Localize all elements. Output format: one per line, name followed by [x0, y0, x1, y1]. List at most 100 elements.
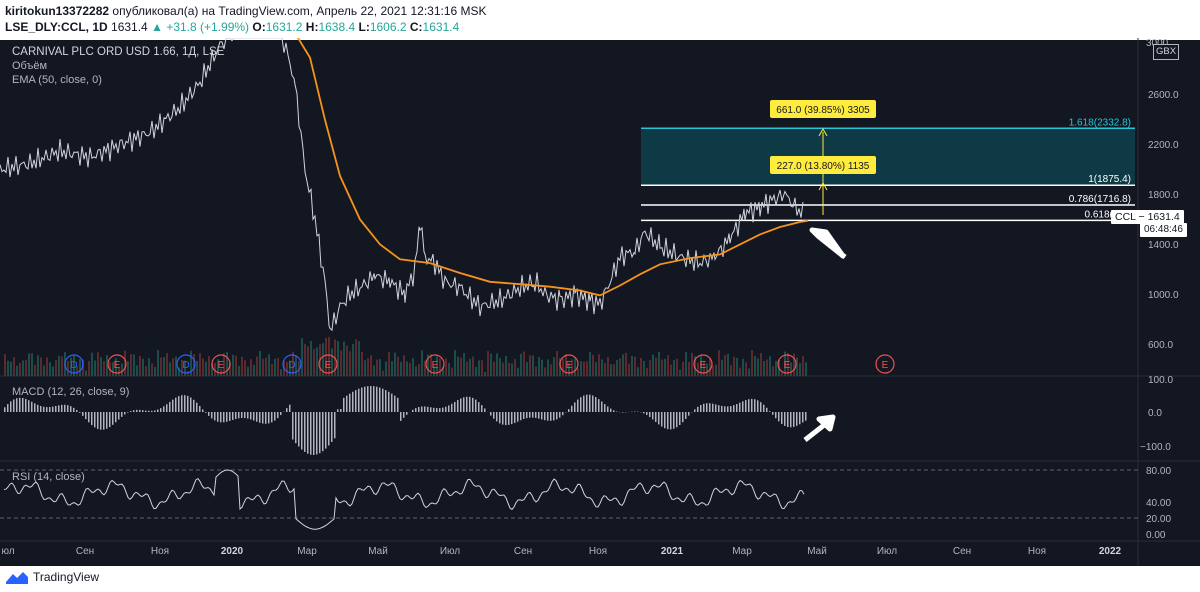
time-axis-label: Мар: [732, 546, 752, 557]
macd-bar: [430, 407, 432, 412]
macd-bar: [598, 399, 600, 412]
volume-bar: [802, 356, 804, 376]
macd-legend[interactable]: MACD (12, 26, close, 9): [12, 386, 129, 398]
volume-bar: [88, 361, 90, 376]
macd-bar: [34, 403, 36, 412]
macd-bar: [361, 387, 363, 412]
volume-bar: [238, 365, 240, 376]
volume-bar: [304, 344, 306, 376]
volume-bar: [610, 364, 612, 376]
volume-bar: [274, 358, 276, 376]
macd-bar: [307, 412, 309, 454]
macd-bar: [319, 412, 321, 454]
macd-bar: [364, 386, 366, 412]
volume-bar: [376, 359, 378, 376]
volume-bar: [142, 358, 144, 376]
macd-bar: [649, 412, 651, 418]
volume-bar: [370, 355, 372, 376]
macd-bar: [739, 402, 741, 412]
macd-bar: [4, 407, 6, 412]
volume-bar: [43, 365, 45, 376]
volume-legend[interactable]: Объём: [12, 60, 47, 72]
macd-bar: [784, 412, 786, 426]
macd-bar: [481, 405, 483, 412]
macd-bar: [793, 412, 795, 427]
ema-legend[interactable]: EMA (50, close, 0): [12, 74, 102, 86]
symbol-label[interactable]: LSE_DLY:CCL, 1D: [5, 20, 108, 34]
macd-bar: [190, 397, 192, 412]
macd-bar: [277, 412, 279, 419]
volume-bar: [409, 362, 411, 376]
time-axis-label: 2020: [221, 546, 244, 557]
volume-bar: [151, 363, 153, 376]
macd-bar: [703, 403, 705, 412]
macd-bar: [463, 397, 465, 412]
macd-bar: [334, 412, 336, 439]
macd-bar: [595, 397, 597, 412]
macd-bar: [121, 412, 123, 417]
macd-bar: [742, 401, 744, 412]
macd-bar: [394, 395, 396, 412]
currency-badge[interactable]: GBX: [1153, 44, 1179, 60]
macd-bar: [523, 412, 525, 420]
macd-bar: [268, 412, 270, 424]
high-value: 1638.4: [318, 20, 356, 34]
time-axis-label: Май: [368, 546, 388, 557]
earnings-marker: E: [875, 354, 895, 374]
annotation-arrow: [803, 414, 836, 442]
volume-bar: [757, 358, 759, 376]
volume-bar: [202, 358, 204, 376]
macd-bar: [676, 412, 678, 428]
macd-bar: [682, 412, 684, 423]
volume-bar: [751, 350, 753, 376]
published-text: опубликовал(а) на TradingView.com, Апрел…: [112, 4, 487, 18]
macd-bar: [559, 412, 561, 418]
macd-bar: [535, 412, 537, 418]
volume-bar: [148, 358, 150, 376]
volume-bar: [499, 358, 501, 376]
volume-bar: [766, 359, 768, 376]
volume-bar: [313, 349, 315, 376]
macd-bar: [238, 412, 240, 419]
chart-canvas[interactable]: 1.618(2332.8)1(1875.4)0.786(1716.8)0.618…: [0, 38, 1200, 566]
time-axis-label: Ноя: [151, 546, 169, 557]
volume-bar: [412, 358, 414, 376]
macd-bar: [655, 412, 657, 422]
volume-bar: [364, 360, 366, 376]
macd-bar: [652, 412, 654, 420]
chart-area[interactable]: 1.618(2332.8) 1(1875.4) 0.786(1716.8) 0.618…: [0, 38, 1200, 566]
macd-bar: [367, 386, 369, 412]
macd-bar: [22, 398, 24, 412]
macd-bar: [373, 386, 375, 412]
volume-bar: [367, 358, 369, 376]
volume-bar: [805, 362, 807, 376]
volume-bar: [796, 357, 798, 376]
volume-bar: [502, 362, 504, 376]
chart-title: CARNIVAL PLC ORD USD 1.66, 1Д, LSE: [12, 46, 225, 58]
event-label: E: [784, 360, 791, 371]
price-axis-label: 2600.0: [1148, 90, 1179, 101]
fib-extension-band: [641, 128, 1135, 186]
username[interactable]: kiritokun13372282: [5, 4, 109, 18]
volume-bar: [589, 351, 591, 376]
macd-bar: [145, 410, 147, 412]
volume-bar: [301, 338, 303, 376]
volume-bar: [85, 370, 87, 376]
volume-bar: [91, 352, 93, 376]
macd-bar: [679, 412, 681, 426]
macd-bar: [532, 412, 534, 418]
macd-bar: [580, 397, 582, 412]
macd-bar: [64, 404, 66, 412]
rsi-legend[interactable]: RSI (14, close): [12, 471, 85, 483]
volume-bar: [7, 360, 9, 376]
volume-bar: [244, 360, 246, 376]
volume-bar: [388, 352, 390, 376]
macd-bar: [85, 412, 87, 420]
macd-bar: [589, 394, 591, 412]
volume-bar: [196, 360, 198, 376]
macd-bar: [127, 412, 129, 413]
macd-bar: [508, 412, 510, 425]
macd-bar: [118, 412, 120, 420]
volume-bar: [337, 341, 339, 376]
tradingview-logo[interactable]: TradingView: [6, 570, 99, 584]
